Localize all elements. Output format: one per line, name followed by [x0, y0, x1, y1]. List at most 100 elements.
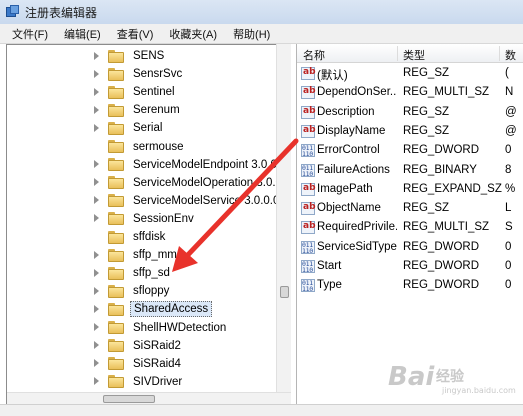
watermark-logo-cn: 经验 — [436, 369, 464, 385]
value-row[interactable]: Type REG_DWORD 0 — [297, 277, 523, 295]
column-separator[interactable] — [499, 46, 500, 61]
tree-item-label: SensrSvc — [133, 68, 183, 81]
expand-arrow-icon[interactable] — [93, 214, 102, 223]
tree-item[interactable]: SharedAccess — [7, 300, 213, 318]
tree-item[interactable]: sfloppy — [7, 282, 172, 300]
expand-arrow-icon[interactable] — [93, 377, 102, 386]
folder-icon — [108, 302, 124, 316]
binary-value-icon — [301, 260, 315, 273]
value-row[interactable]: ObjectName REG_SZ L — [297, 200, 523, 218]
binary-value-icon — [301, 163, 315, 177]
expand-arrow-icon[interactable] — [93, 51, 102, 61]
column-separator[interactable] — [397, 46, 398, 61]
expand-arrow-icon[interactable] — [93, 178, 102, 187]
expand-arrow-icon[interactable] — [93, 323, 102, 332]
expand-arrow-icon[interactable] — [93, 69, 102, 79]
tree-item[interactable]: sffp_mmc — [7, 246, 186, 264]
expand-arrow-icon[interactable] — [93, 196, 102, 205]
value-row[interactable]: DependOnSer... REG_MULTI_SZ N — [297, 84, 523, 102]
value-row[interactable]: (默认) REG_SZ ( — [297, 65, 523, 83]
tree-item-label: ServiceModelEndpoint 3.0.0.0 — [133, 158, 287, 171]
tree-item[interactable]: sffdisk — [7, 228, 168, 246]
expand-arrow-icon[interactable] — [93, 286, 102, 296]
tree-vertical-scrollbar[interactable] — [276, 44, 291, 392]
tree-item[interactable]: ServiceModelService 3.0.0.0 — [7, 192, 282, 210]
value-data: S — [505, 221, 513, 234]
value-row[interactable]: RequiredPrivile... REG_MULTI_SZ S — [297, 219, 523, 237]
tree-item[interactable]: SENS — [7, 47, 167, 65]
tree-item[interactable]: sffp_sd — [7, 264, 173, 282]
expand-arrow-icon[interactable] — [93, 123, 102, 133]
expand-arrow-icon[interactable] — [93, 268, 102, 278]
menu-favorites[interactable]: 收藏夹(A) — [161, 26, 225, 42]
value-data: ( — [505, 67, 509, 79]
binary-value-icon — [301, 279, 315, 293]
column-header-type[interactable]: 类型 — [403, 47, 425, 63]
tree-item[interactable]: ServiceModelOperation 3.0.0.0 — [7, 174, 291, 192]
binary-value-icon — [301, 144, 315, 158]
expand-arrow-icon[interactable] — [93, 250, 102, 260]
expand-arrow-icon[interactable] — [93, 304, 102, 314]
value-type: REG_MULTI_SZ — [403, 86, 490, 99]
value-row[interactable]: FailureActions REG_BINARY 8 — [297, 162, 523, 180]
menu-help[interactable]: 帮助(H) — [225, 26, 278, 42]
tree-item[interactable]: ShellHWDetection — [7, 319, 229, 337]
status-bar — [0, 404, 523, 416]
folder-icon — [108, 357, 124, 371]
value-name: FailureActions — [317, 163, 390, 176]
menu-view[interactable]: 查看(V) — [109, 26, 162, 42]
expand-arrow-icon[interactable] — [93, 105, 102, 115]
value-row[interactable]: ErrorControl REG_DWORD 0 — [297, 142, 523, 160]
tree-item[interactable]: Sentinel — [7, 83, 178, 101]
expand-arrow-icon[interactable] — [93, 359, 102, 368]
tree-item[interactable]: SIVDriver — [7, 373, 185, 391]
value-row[interactable]: DisplayName REG_SZ @ — [297, 123, 523, 141]
registry-key-tree[interactable]: SENS SensrSvc Sentinel Serenum Serial sermous… — [6, 44, 291, 404]
folder-icon — [108, 49, 124, 63]
value-row[interactable]: Description REG_SZ @ — [297, 104, 523, 122]
tree-hscroll-thumb[interactable] — [103, 395, 155, 403]
folder-icon — [108, 194, 124, 208]
regedit-app-icon — [6, 5, 20, 19]
tree-item[interactable]: SessionEnv — [7, 210, 197, 228]
tree-item[interactable]: ServiceModelEndpoint 3.0.0.0 — [7, 156, 289, 174]
tree-item[interactable]: SiSRaid4 — [7, 355, 184, 373]
baidu-watermark: Bai 经验 jingyan.baidu.com — [388, 362, 518, 402]
value-row[interactable]: ImagePath REG_EXPAND_SZ% — [297, 181, 523, 199]
tree-item[interactable]: sermouse — [7, 138, 187, 156]
window-title: 注册表编辑器 — [25, 5, 98, 20]
string-value-icon — [301, 67, 316, 80]
value-row[interactable]: ServiceSidType REG_DWORD 0 — [297, 239, 523, 257]
tree-horizontal-scrollbar[interactable] — [7, 392, 291, 404]
expand-arrow-icon[interactable] — [93, 160, 102, 169]
tree-item[interactable]: Serial — [7, 119, 165, 137]
column-header-data[interactable]: 数 — [505, 47, 516, 63]
value-data: 8 — [505, 163, 512, 176]
expand-arrow-icon — [93, 142, 102, 151]
column-header-name[interactable]: 名称 — [303, 47, 325, 63]
tree-item-label: sermouse — [133, 140, 184, 153]
tree-scroll-thumb[interactable] — [280, 286, 289, 298]
tree-item-label: SiSRaid2 — [133, 339, 181, 352]
expand-arrow-icon[interactable] — [93, 341, 102, 350]
value-name: Type — [317, 279, 342, 292]
tree-item[interactable]: SensrSvc — [7, 65, 185, 83]
expand-arrow-icon[interactable] — [93, 87, 102, 97]
list-header: 名称 类型 数 — [297, 44, 523, 63]
tree-item-label: Sentinel — [133, 86, 175, 99]
tree-item[interactable]: SiSRaid2 — [7, 337, 184, 355]
value-type: REG_DWORD — [403, 144, 480, 157]
tree-item-label: Serial — [133, 122, 163, 135]
value-data: L — [505, 202, 512, 215]
menu-bar: 文件(F) 编辑(E) 查看(V) 收藏夹(A) 帮助(H) — [0, 24, 523, 44]
menu-edit[interactable]: 编辑(E) — [56, 26, 109, 42]
tree-item[interactable]: Serenum — [7, 101, 183, 119]
folder-icon — [108, 212, 124, 226]
tree-item-label: SIVDriver — [133, 375, 183, 388]
value-row[interactable]: Start REG_DWORD 0 — [297, 258, 523, 276]
tree-item-label: ServiceModelOperation 3.0.0.0 — [133, 176, 291, 189]
registry-values-list[interactable]: 名称 类型 数 (默认) REG_SZ (DependOnSer... REG_MUL… — [296, 44, 523, 404]
value-data: % — [505, 182, 516, 195]
value-name: ImagePath — [317, 182, 373, 195]
menu-file[interactable]: 文件(F) — [4, 26, 56, 42]
